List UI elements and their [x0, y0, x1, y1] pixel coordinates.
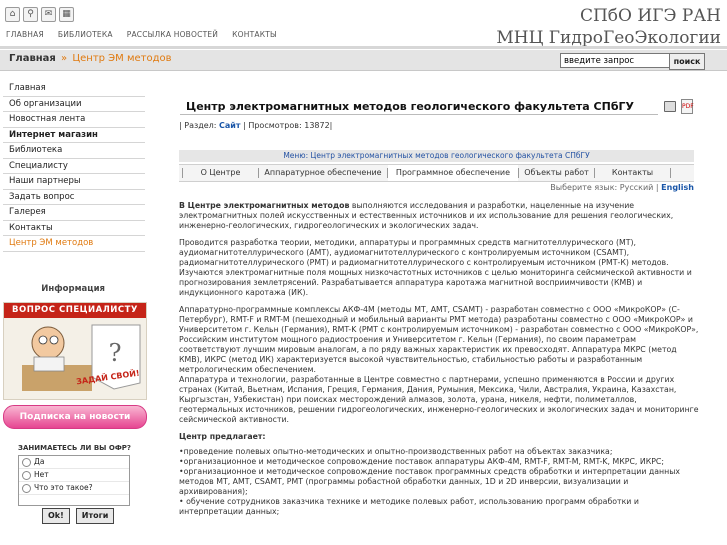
- home-icon[interactable]: ⌂: [5, 7, 20, 22]
- top-icons: ⌂ ⚲ ✉ ▦: [5, 7, 74, 22]
- language-selector: Выберите язык: Русский | English: [550, 183, 694, 192]
- sidebar-item-about[interactable]: Об организации: [3, 96, 145, 112]
- tab-bar: О Центре Аппаратурное обеспечение Програ…: [179, 164, 694, 182]
- site-title-line1: СПбО ИГЭ РАН: [579, 6, 721, 26]
- offer-item: •проведение полевых опытно-методических …: [179, 447, 613, 456]
- article-body: В Центре электромагнитных методов выполн…: [179, 201, 699, 517]
- poll-results-button[interactable]: Итоги: [75, 508, 115, 524]
- top-nav-newsletter[interactable]: РАССЫЛКА НОВОСТЕЙ: [127, 30, 218, 39]
- poll-option[interactable]: Нет: [19, 469, 129, 482]
- sidebar-item-em-center[interactable]: Центр ЭМ методов: [3, 236, 145, 252]
- top-nav-home[interactable]: ГЛАВНАЯ: [6, 30, 44, 39]
- sidebar-item-news[interactable]: Новостная лента: [3, 112, 145, 128]
- sidebar-item-partners[interactable]: Наши партнеры: [3, 174, 145, 190]
- breadcrumb-current: Центр ЭМ методов: [72, 53, 172, 64]
- intro-bold: В Центре электромагнитных методов: [179, 201, 350, 210]
- tab-hardware[interactable]: Аппаратурное обеспечение: [259, 165, 387, 181]
- radio-icon[interactable]: [22, 483, 31, 493]
- info-heading-text: Информация: [41, 284, 105, 294]
- header-divider: [0, 46, 727, 49]
- radio-icon[interactable]: [22, 457, 31, 467]
- meta-views: | Просмотров: 13872|: [243, 121, 333, 130]
- language-label: Выберите язык: Русский |: [550, 183, 659, 192]
- svg-text:?: ?: [109, 339, 122, 367]
- poll-options: Да Нет Что это такое?: [18, 455, 130, 506]
- sidebar-item-gallery[interactable]: Галерея: [3, 205, 145, 221]
- breadcrumb: Главная » Центр ЭМ методов: [9, 53, 172, 64]
- sidebar-item-ask[interactable]: Задать вопрос: [3, 189, 145, 205]
- poll-buttons: Ok! Итоги: [42, 508, 115, 524]
- meta-section-link[interactable]: Сайт: [219, 121, 241, 130]
- offer-item: •организационное и методическое сопровож…: [179, 467, 680, 496]
- sidebar-item-library[interactable]: Библиотека: [3, 143, 145, 159]
- sidebar-item-shop[interactable]: Интернет магазин: [3, 127, 145, 143]
- tab-divider: [670, 168, 671, 178]
- page-title: Центр электромагнитных методов геологиче…: [186, 100, 635, 113]
- pdf-icon[interactable]: PDF: [681, 99, 694, 114]
- offer-title: Центр предлагает:: [179, 432, 266, 441]
- tab-objects[interactable]: Объекты работ: [519, 165, 594, 181]
- search-input[interactable]: [560, 53, 672, 68]
- print-icon[interactable]: [664, 101, 676, 112]
- poll-option[interactable]: Да: [19, 456, 129, 469]
- search-icon[interactable]: ⚲: [23, 7, 38, 22]
- tab-contacts[interactable]: Контакты: [595, 165, 670, 181]
- poll-option[interactable]: Что это такое?: [19, 482, 129, 495]
- ask-specialist-banner[interactable]: ВОПРОС СПЕЦИАЛИСТУ ? ЗАДАЙ СВОЙ!: [3, 302, 147, 400]
- poll-option-label: Что это такое?: [34, 483, 93, 492]
- paragraph-complexes: Аппаратурно-программные комплексы АКФ-4М…: [179, 305, 699, 374]
- paragraph-development: Проводится разработка теории, методики, …: [179, 238, 692, 297]
- info-heading: Информация: [0, 284, 145, 294]
- tab-about[interactable]: О Центре: [183, 165, 258, 181]
- meta-section-label: | Раздел:: [179, 121, 217, 130]
- offer-item: •организационное и методическое сопровож…: [179, 457, 664, 466]
- search-button[interactable]: поиск: [669, 53, 705, 70]
- language-english-link[interactable]: English: [661, 183, 694, 192]
- top-bar: ⌂ ⚲ ✉ ▦ ГЛАВНАЯ БИБЛИОТЕКА РАССЫЛКА НОВО…: [0, 0, 727, 52]
- breadcrumb-home[interactable]: Главная: [9, 53, 56, 64]
- article-meta: | Раздел: Сайт | Просмотров: 13872|: [179, 121, 332, 130]
- poll-option-label: Да: [34, 457, 45, 466]
- sidebar-item-specialist[interactable]: Специалисту: [3, 158, 145, 174]
- breadcrumb-separator: »: [61, 53, 68, 64]
- menu-strip[interactable]: Меню: Центр электромагнитных методов гео…: [179, 150, 694, 162]
- poll-option-label: Нет: [34, 470, 49, 479]
- sitemap-icon[interactable]: ▦: [59, 7, 74, 22]
- specialist-illustration-icon: ?: [22, 324, 141, 391]
- top-nav-library[interactable]: БИБЛИОТЕКА: [58, 30, 113, 39]
- sidebar-menu: Главная Об организации Новостная лента И…: [3, 81, 145, 252]
- offer-item: • обучение сотрудников заказчика технике…: [179, 497, 639, 516]
- site-title: СПбО ИГЭ РАН МНЦ ГидроГеоЭкологии: [496, 6, 721, 49]
- top-nav-contacts[interactable]: КОНТАКТЫ: [232, 30, 277, 39]
- poll-title: ЗАНИМАЕТЕСЬ ЛИ ВЫ ОФР?: [18, 444, 131, 452]
- sidebar-item-contacts[interactable]: Контакты: [3, 220, 145, 236]
- mail-icon[interactable]: ✉: [41, 7, 56, 22]
- title-underline: [180, 114, 658, 115]
- poll-vote-button[interactable]: Ok!: [42, 508, 70, 524]
- subscribe-button[interactable]: Подписка на новости: [3, 405, 147, 429]
- top-nav: ГЛАВНАЯ БИБЛИОТЕКА РАССЫЛКА НОВОСТЕЙ КОН…: [6, 30, 277, 39]
- paragraph-applications: Аппаратура и технологии, разработанные в…: [179, 375, 699, 424]
- radio-icon[interactable]: [22, 470, 31, 480]
- sidebar-item-home[interactable]: Главная: [3, 81, 145, 97]
- paragraph-intro: В Центре электромагнитных методов выполн…: [179, 201, 699, 231]
- tab-software[interactable]: Программное обеспечение: [388, 165, 518, 181]
